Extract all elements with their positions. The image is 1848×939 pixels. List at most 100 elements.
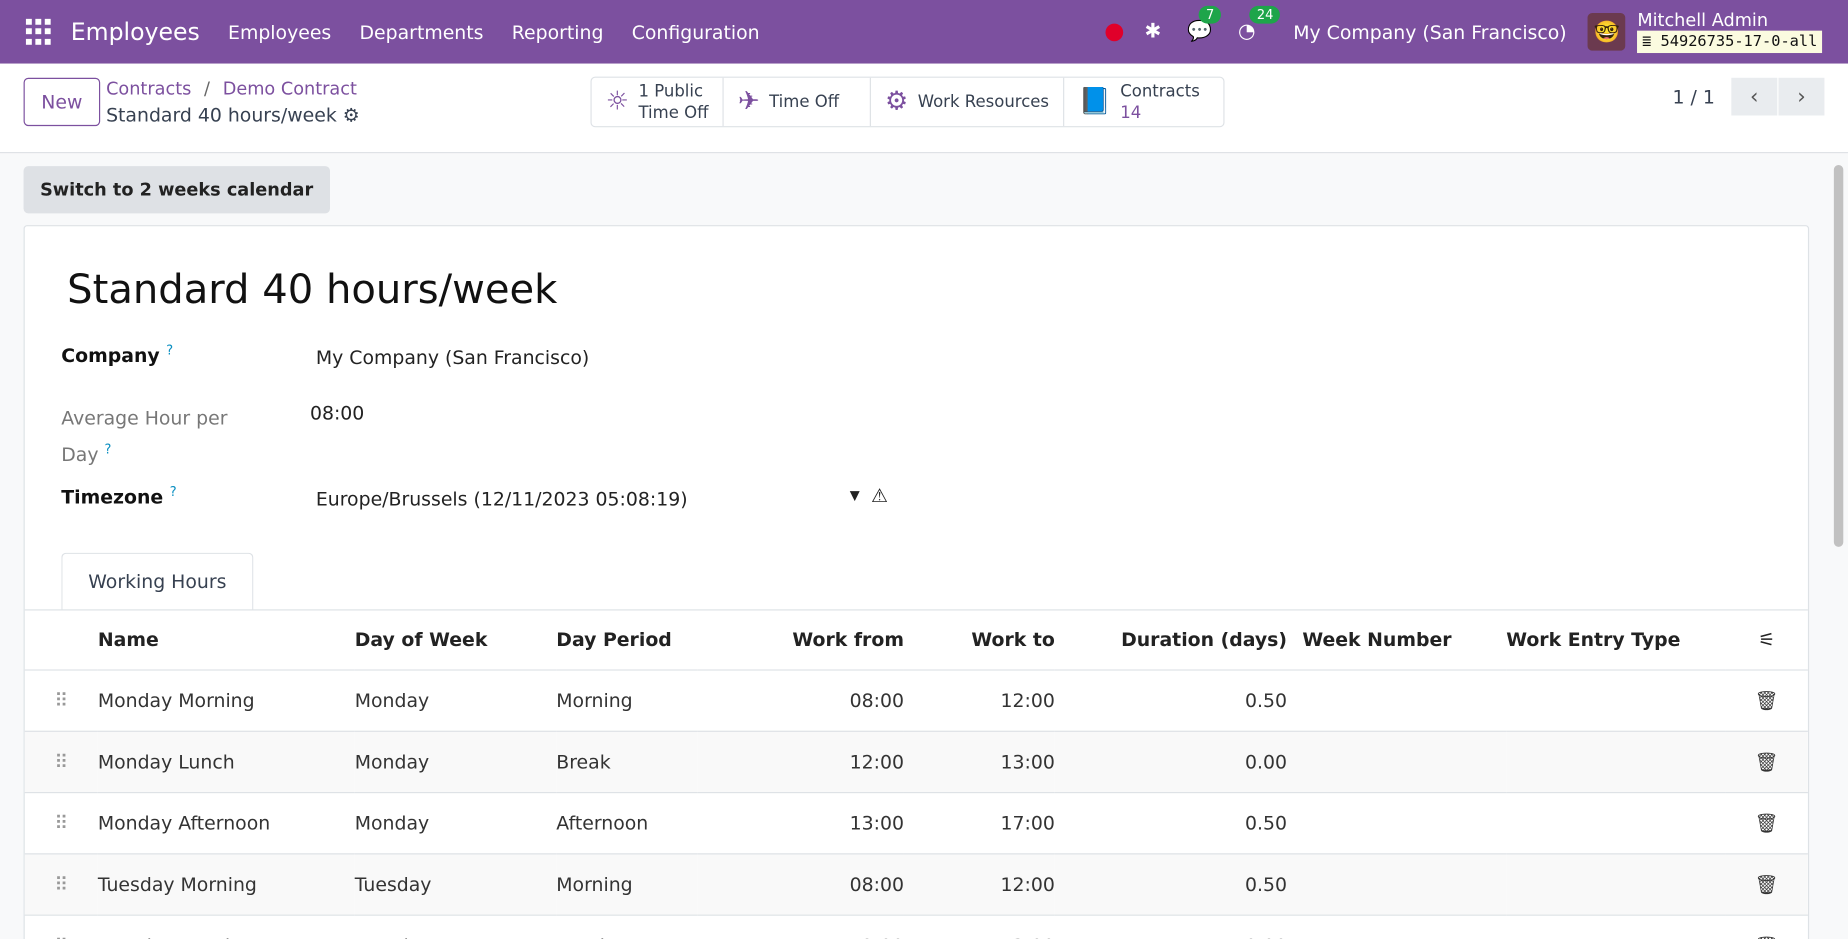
help-icon[interactable]: ?: [170, 484, 177, 499]
activity-icon[interactable]: ◔ 24: [1238, 5, 1281, 44]
smart-buttons: ☼ 1 Public Time Off ✈ Time Off ⚙ Work Resour…: [590, 76, 1225, 128]
cell-to: 13:00: [903, 914, 1055, 939]
cell-name: Monday Lunch: [97, 730, 355, 793]
company-label: Company ?: [61, 342, 174, 367]
gear-icon[interactable]: ⚙: [343, 104, 360, 126]
plane-icon: ✈: [737, 86, 760, 117]
cell-period: Morning: [556, 669, 698, 732]
cell-period: Break: [556, 914, 698, 939]
cell-to: 13:00: [903, 730, 1055, 793]
col-entry-type[interactable]: Work Entry Type: [1506, 610, 1726, 671]
scrollbar[interactable]: [1833, 164, 1844, 547]
delete-icon[interactable]: 🗑: [1725, 853, 1808, 916]
help-icon[interactable]: ?: [166, 343, 173, 358]
cell-duration: 0.50: [1054, 853, 1287, 916]
col-duration[interactable]: Duration (days): [1054, 610, 1287, 671]
menu-employees[interactable]: Employees: [228, 21, 331, 43]
menu-reporting[interactable]: Reporting: [512, 21, 604, 43]
optional-columns-icon[interactable]: ⚟: [1725, 610, 1808, 671]
table-row[interactable]: ⠿ Monday Morning Monday Morning 08:00 12:00 0.…: [24, 669, 1808, 732]
menu-configuration[interactable]: Configuration: [632, 21, 760, 43]
company-switcher[interactable]: My Company (San Francisco): [1293, 21, 1566, 43]
cell-duration: 0.00: [1054, 730, 1287, 793]
book-icon: 📘: [1078, 86, 1111, 117]
avatar[interactable]: 🤓: [1587, 12, 1626, 51]
cell-day: Tuesday: [354, 914, 557, 939]
dropdown-caret-icon[interactable]: ▼: [850, 488, 860, 503]
tab-working-hours[interactable]: Working Hours: [61, 552, 254, 611]
public-time-off-button[interactable]: ☼ 1 Public Time Off: [592, 77, 724, 127]
drag-handle-icon[interactable]: ⠿: [24, 853, 98, 916]
sun-icon: ☼: [605, 86, 630, 117]
sb-count: 14: [1120, 103, 1142, 122]
working-hours-table: Name Day of Week Day Period Work from Wo…: [24, 610, 1808, 939]
sb-label: Time Off: [638, 103, 709, 122]
col-to[interactable]: Work to: [903, 610, 1055, 671]
cell-period: Morning: [556, 853, 698, 916]
help-icon[interactable]: ?: [105, 442, 112, 457]
cell-duration: 0.50: [1054, 669, 1287, 732]
avg-hour-field: 08:00: [309, 401, 365, 425]
delete-icon[interactable]: 🗑: [1725, 669, 1808, 732]
col-from[interactable]: Work from: [697, 610, 904, 671]
apps-menu-icon[interactable]: [25, 18, 52, 45]
new-button[interactable]: New: [23, 77, 101, 127]
sb-label: 1 Public: [638, 81, 704, 101]
pager-value[interactable]: 1 / 1: [1672, 85, 1714, 107]
cell-day: Monday: [354, 669, 557, 732]
table-row[interactable]: ⠿ Tuesday Morning Tuesday Morning 08:00 12:00…: [24, 853, 1808, 916]
delete-icon[interactable]: 🗑: [1725, 730, 1808, 793]
cogs-icon: ⚙: [885, 86, 909, 117]
col-name[interactable]: Name: [97, 610, 355, 671]
user-name: Mitchell Admin: [1637, 9, 1769, 31]
user-menu[interactable]: Mitchell Admin ≣ 54926735-17-0-all: [1637, 9, 1823, 54]
top-navbar: Employees Employees Departments Reportin…: [0, 0, 1848, 64]
warning-icon: ⚠: [870, 484, 888, 507]
cell-from: 13:00: [697, 791, 904, 854]
menu-departments[interactable]: Departments: [360, 21, 484, 43]
work-resources-button[interactable]: ⚙ Work Resources: [871, 77, 1065, 127]
cell-to: 17:00: [903, 791, 1055, 854]
company-field[interactable]: My Company (San Francisco): [316, 346, 589, 368]
drag-handle-icon[interactable]: ⠿: [24, 669, 98, 732]
col-week[interactable]: Week Number: [1286, 610, 1507, 671]
messages-icon[interactable]: 💬 7: [1187, 5, 1222, 44]
recording-icon[interactable]: [1105, 22, 1124, 41]
delete-icon[interactable]: 🗑: [1725, 914, 1808, 939]
delete-icon[interactable]: 🗑: [1725, 791, 1808, 854]
cell-from: 12:00: [697, 730, 904, 793]
cell-duration: 0.00: [1054, 914, 1287, 939]
debug-icon[interactable]: ✱: [1144, 20, 1161, 44]
col-period[interactable]: Day Period: [556, 610, 698, 671]
drag-handle-icon[interactable]: ⠿: [24, 914, 98, 939]
breadcrumb: Contracts / Demo Contract Standard 40 ho…: [106, 77, 360, 127]
cell-name: Tuesday Morning: [97, 853, 355, 916]
cell-name: Tuesday Lunch: [97, 914, 355, 939]
table-row[interactable]: ⠿ Monday Lunch Monday Break 12:00 13:00 0.00 🗑: [24, 730, 1808, 793]
next-button[interactable]: ›: [1778, 77, 1825, 116]
cell-day: Monday: [354, 791, 557, 854]
breadcrumb-demo-contract[interactable]: Demo Contract: [223, 78, 357, 99]
sb-label: Work Resources: [917, 92, 1050, 112]
form-sheet: Standard 40 hours/week Company ? My Comp…: [23, 225, 1810, 939]
table-row[interactable]: ⠿Tuesday LunchTuesdayBreak12:0013:000.00…: [24, 914, 1808, 939]
timezone-field[interactable]: Europe/Brussels (12/11/2023 05:08:19): [316, 488, 688, 510]
pager: 1 / 1 ‹ ›: [1672, 77, 1825, 116]
cell-from: 12:00: [697, 914, 904, 939]
drag-handle-icon[interactable]: ⠿: [24, 730, 98, 793]
previous-button[interactable]: ‹: [1731, 77, 1778, 116]
cell-day: Tuesday: [354, 853, 557, 916]
database-name: ≣ 54926735-17-0-all: [1637, 30, 1823, 54]
control-panel: New Contracts / Demo Contract Standard 4…: [0, 63, 1848, 154]
app-name[interactable]: Employees: [71, 18, 200, 46]
breadcrumb-contracts[interactable]: Contracts: [106, 78, 191, 99]
time-off-button[interactable]: ✈ Time Off: [724, 77, 871, 127]
contracts-button[interactable]: 📘 Contracts 14: [1064, 78, 1223, 126]
table-row[interactable]: ⠿ Monday Afternoon Monday Afternoon 13:00 17:…: [24, 791, 1808, 854]
database-label: 54926735-17-0-all: [1660, 32, 1818, 51]
drag-handle-icon[interactable]: ⠿: [24, 791, 98, 854]
switch-calendar-button[interactable]: Switch to 2 weeks calendar: [23, 166, 330, 214]
record-title[interactable]: Standard 40 hours/week: [67, 266, 557, 313]
col-day[interactable]: Day of Week: [354, 610, 557, 671]
cell-day: Monday: [354, 730, 557, 793]
